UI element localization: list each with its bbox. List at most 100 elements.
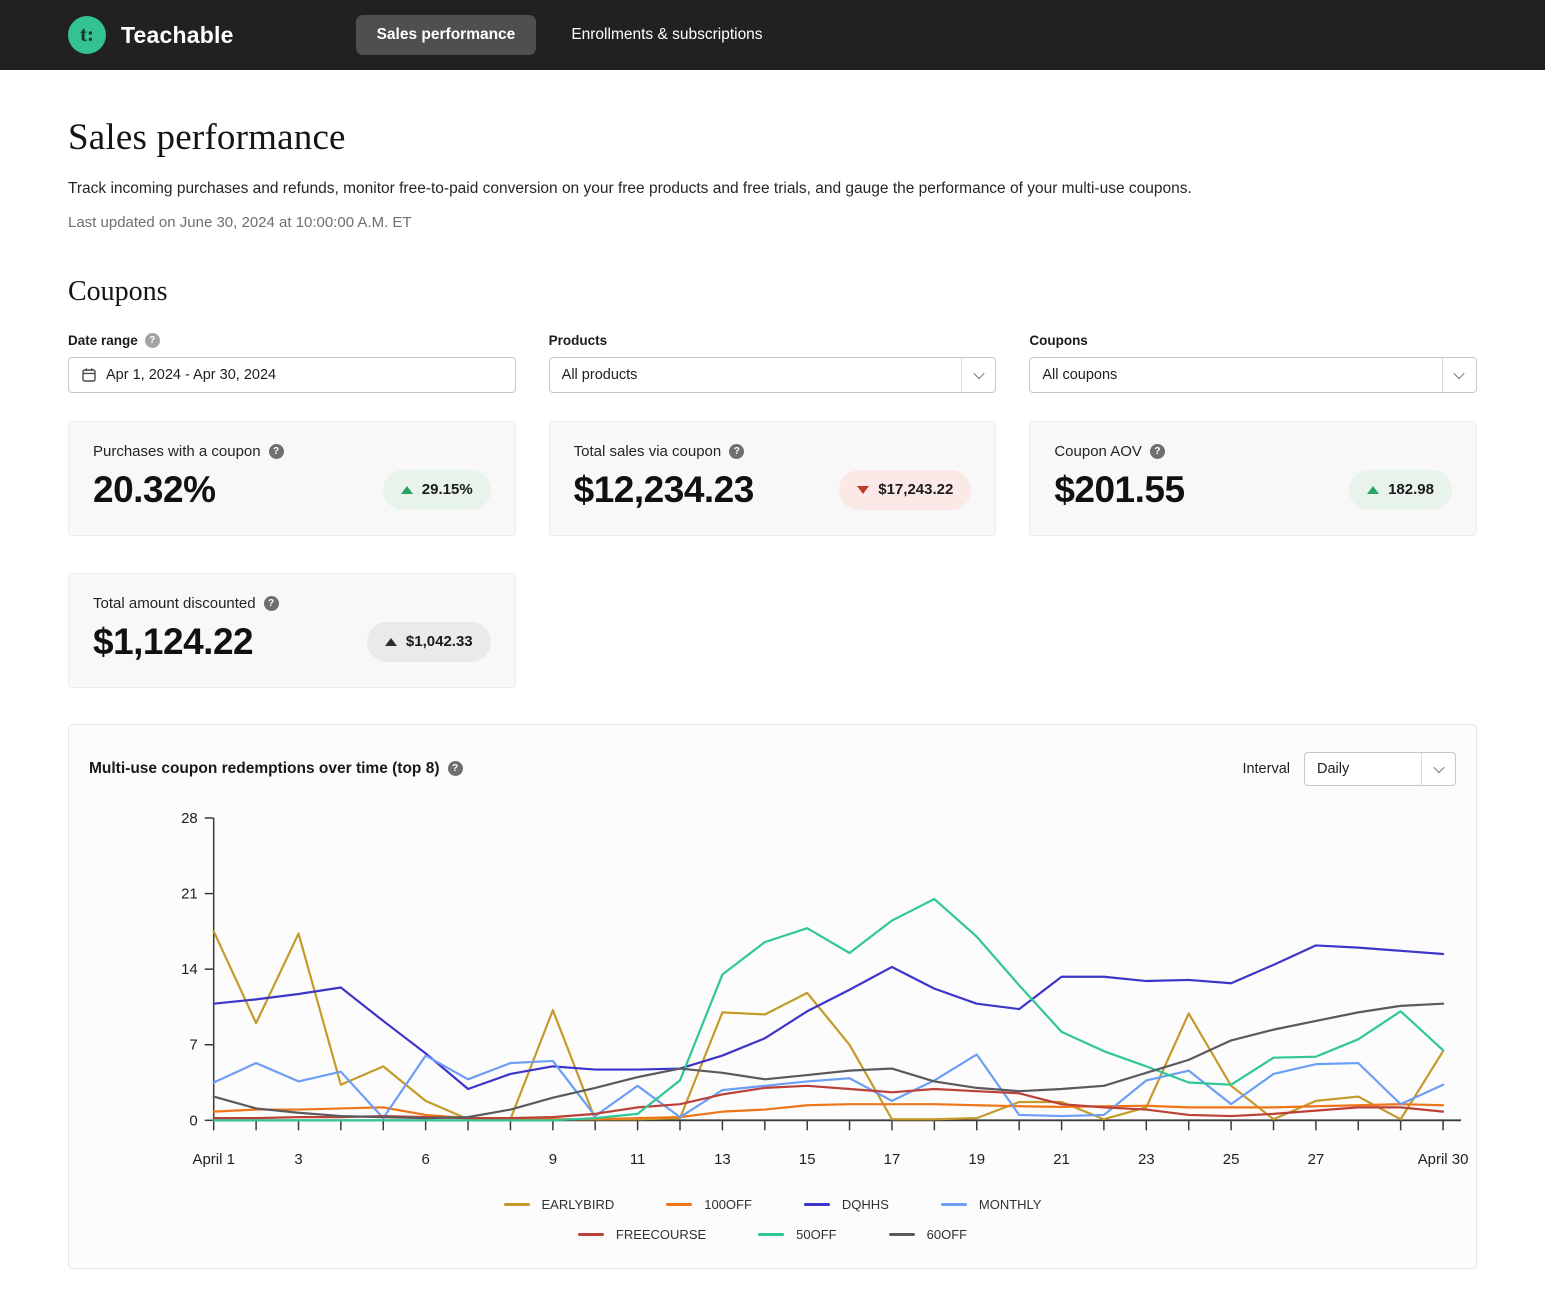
metric-label: Purchases with a coupon	[93, 443, 261, 460]
change-badge: $1,042.33	[367, 622, 491, 662]
metric-cards: Purchases with a coupon ? 20.32% 29.15% …	[68, 421, 1477, 688]
svg-text:25: 25	[1223, 1151, 1240, 1168]
help-icon[interactable]: ?	[729, 444, 744, 459]
legend-item[interactable]: DQHHS	[804, 1197, 889, 1212]
legend-label: DQHHS	[842, 1197, 889, 1212]
tab-sales-performance[interactable]: Sales performance	[356, 15, 537, 55]
svg-text:13: 13	[714, 1151, 731, 1168]
date-range-input[interactable]: Apr 1, 2024 - Apr 30, 2024	[68, 357, 516, 393]
help-icon[interactable]: ?	[264, 596, 279, 611]
coupon-redemptions-panel: Multi-use coupon redemptions over time (…	[68, 724, 1477, 1269]
interval-value: Daily	[1317, 761, 1349, 777]
svg-text:11: 11	[630, 1151, 646, 1168]
legend-item[interactable]: FREECOURSE	[578, 1227, 706, 1242]
legend-swatch-icon	[804, 1203, 830, 1206]
help-icon[interactable]: ?	[269, 444, 284, 459]
legend-item[interactable]: 50OFF	[758, 1227, 836, 1242]
svg-text:19: 19	[968, 1151, 985, 1168]
card-purchases-with-coupon: Purchases with a coupon ? 20.32% 29.15%	[68, 421, 516, 536]
brand-name: Teachable	[121, 22, 234, 49]
help-icon[interactable]: ?	[448, 761, 463, 776]
svg-text:7: 7	[189, 1037, 197, 1054]
legend-swatch-icon	[889, 1233, 915, 1236]
coupons-value: All coupons	[1042, 367, 1117, 383]
legend-label: EARLYBIRD	[542, 1197, 615, 1212]
legend-row: EARLYBIRD 100OFF DQHHS MONTHLY	[69, 1197, 1476, 1212]
legend-swatch-icon	[758, 1233, 784, 1236]
help-icon[interactable]: ?	[145, 333, 160, 348]
top-nav: t: Teachable Sales performance Enrollmen…	[0, 0, 1545, 70]
products-select[interactable]: All products	[549, 357, 997, 393]
card-coupon-aov: Coupon AOV ? $201.55 182.98	[1029, 421, 1477, 536]
chevron-down-icon	[1421, 753, 1455, 785]
metric-label: Total sales via coupon	[574, 443, 722, 460]
legend-item[interactable]: EARLYBIRD	[504, 1197, 615, 1212]
metric-value: $1,124.22	[93, 621, 253, 663]
products-value: All products	[562, 367, 638, 383]
page-title: Sales performance	[68, 116, 1477, 160]
date-range-value: Apr 1, 2024 - Apr 30, 2024	[106, 367, 276, 383]
legend-item[interactable]: 60OFF	[889, 1227, 967, 1242]
filter-coupons: Coupons All coupons	[1029, 333, 1477, 393]
metric-label: Total amount discounted	[93, 595, 256, 612]
tab-enrollments-subscriptions[interactable]: Enrollments & subscriptions	[571, 26, 762, 44]
coupons-select[interactable]: All coupons	[1029, 357, 1477, 393]
change-badge: 29.15%	[383, 470, 491, 510]
change-badge: $17,243.22	[839, 470, 971, 510]
svg-text:6: 6	[421, 1151, 429, 1168]
help-icon[interactable]: ?	[1150, 444, 1165, 459]
logo-glyph: t:	[80, 24, 94, 45]
change-value: $17,243.22	[878, 481, 953, 498]
interval-select[interactable]: Daily	[1304, 752, 1456, 786]
trend-down-icon	[857, 486, 869, 494]
coupon-redemptions-line-chart: 07142128April 1369111315171921232527Apri…	[69, 810, 1476, 1181]
teachable-logo-icon: t:	[68, 16, 106, 54]
chart-title: Multi-use coupon redemptions over time (…	[89, 760, 440, 778]
trend-up-icon	[385, 638, 397, 646]
metric-value: $201.55	[1054, 469, 1184, 511]
legend-swatch-icon	[578, 1233, 604, 1236]
svg-text:0: 0	[189, 1112, 197, 1129]
metric-label: Coupon AOV	[1054, 443, 1142, 460]
legend-item[interactable]: 100OFF	[666, 1197, 752, 1212]
nav-tabs: Sales performance Enrollments & subscrip…	[356, 15, 763, 55]
date-range-label: Date range	[68, 333, 138, 348]
metric-value: 20.32%	[93, 469, 216, 511]
chart-legend: EARLYBIRD 100OFF DQHHS MONTHLY FREECOURSE 50O…	[69, 1197, 1476, 1254]
legend-label: 50OFF	[796, 1227, 836, 1242]
last-updated-text: Last updated on June 30, 2024 at 10:00:0…	[68, 214, 1477, 231]
svg-text:April 1: April 1	[193, 1151, 235, 1168]
calendar-icon	[81, 367, 97, 383]
legend-swatch-icon	[941, 1203, 967, 1206]
change-badge: 182.98	[1349, 470, 1452, 510]
legend-item[interactable]: MONTHLY	[941, 1197, 1042, 1212]
svg-text:9: 9	[549, 1151, 557, 1168]
page-description: Track incoming purchases and refunds, mo…	[68, 180, 1477, 198]
card-total-amount-discounted: Total amount discounted ? $1,124.22 $1,0…	[68, 573, 516, 688]
change-value: $1,042.33	[406, 633, 473, 650]
products-label: Products	[549, 333, 608, 348]
filter-date-range: Date range ? Apr 1, 2024 - Apr 30, 2024	[68, 333, 516, 393]
legend-label: 60OFF	[927, 1227, 967, 1242]
chevron-down-icon	[961, 358, 995, 392]
chevron-down-icon	[1442, 358, 1476, 392]
legend-row: FREECOURSE 50OFF 60OFF	[69, 1227, 1476, 1242]
filters-row: Date range ? Apr 1, 2024 - Apr 30, 2024 …	[68, 333, 1477, 393]
svg-text:April 30: April 30	[1418, 1151, 1469, 1168]
svg-text:21: 21	[1053, 1151, 1070, 1168]
svg-text:14: 14	[181, 961, 198, 978]
card-total-sales-via-coupon: Total sales via coupon ? $12,234.23 $17,…	[549, 421, 997, 536]
svg-text:23: 23	[1138, 1151, 1155, 1168]
change-value: 29.15%	[422, 481, 473, 498]
legend-label: FREECOURSE	[616, 1227, 706, 1242]
svg-text:27: 27	[1308, 1151, 1325, 1168]
svg-text:28: 28	[181, 810, 198, 827]
change-value: 182.98	[1388, 481, 1434, 498]
coupons-label: Coupons	[1029, 333, 1088, 348]
svg-text:17: 17	[884, 1151, 901, 1168]
trend-up-icon	[1367, 486, 1379, 494]
coupons-section-title: Coupons	[68, 275, 1477, 309]
legend-swatch-icon	[504, 1203, 530, 1206]
svg-text:21: 21	[181, 886, 198, 903]
legend-swatch-icon	[666, 1203, 692, 1206]
